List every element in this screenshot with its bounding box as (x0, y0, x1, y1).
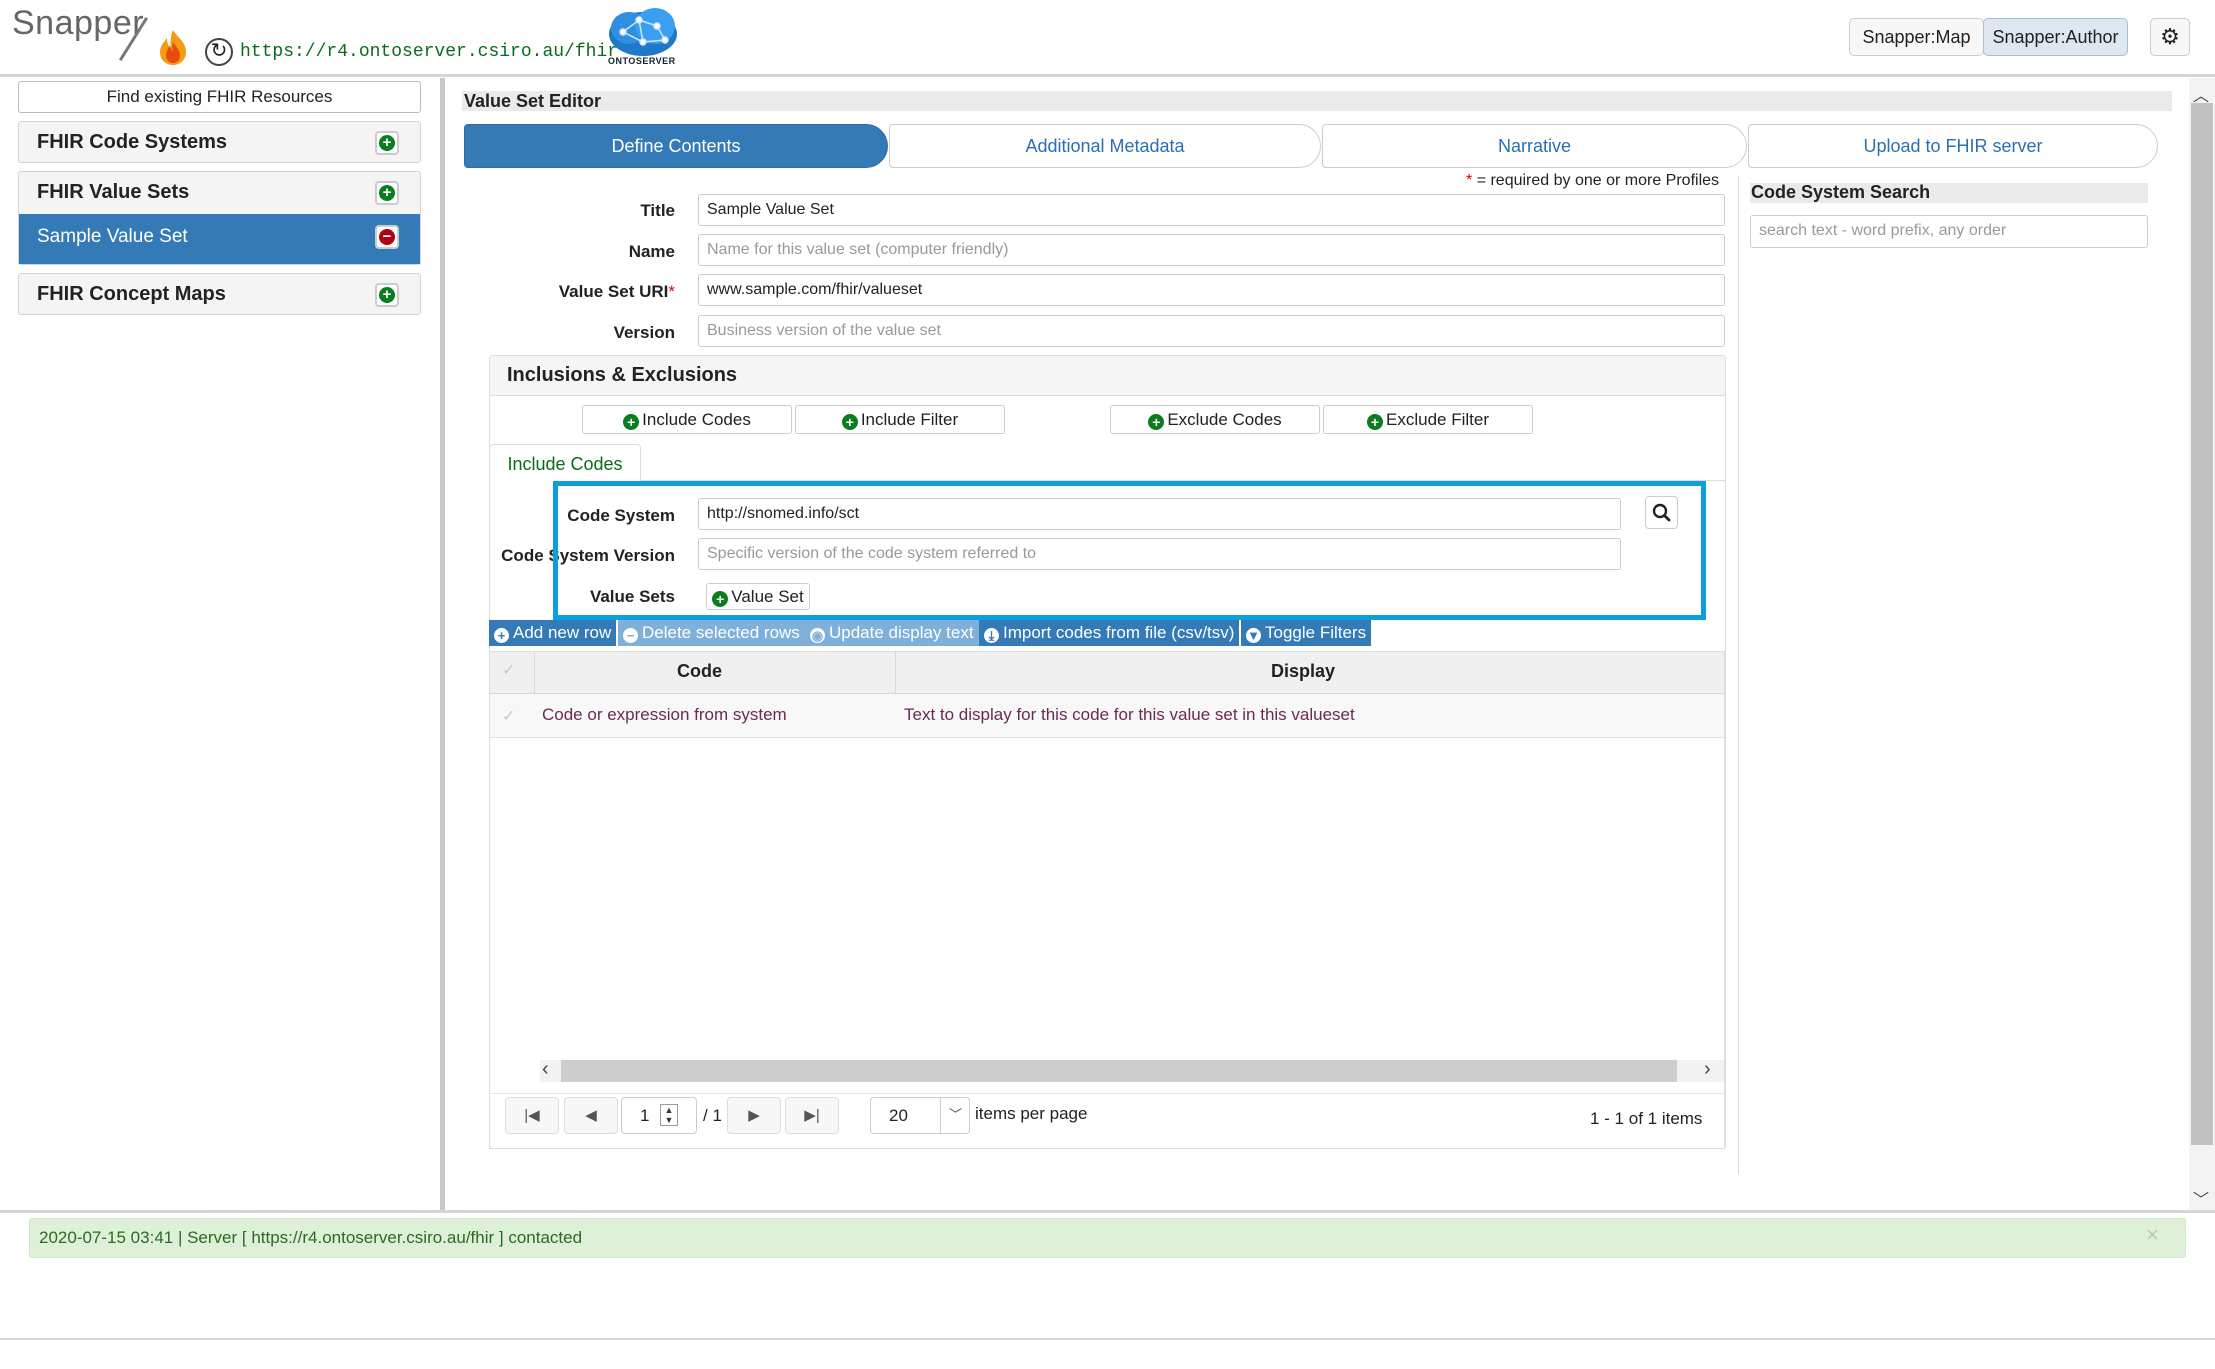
name-label: Name (628, 242, 675, 261)
filter-icon: ▼ (1246, 628, 1261, 643)
pager-divider (490, 1093, 1724, 1094)
snapper-author-button[interactable]: Snapper:Author (1983, 18, 2128, 56)
grid-header-code[interactable]: Code (677, 661, 722, 682)
status-alert: 2020-07-15 03:41 | Server [ https://r4.o… (29, 1218, 2186, 1258)
pager-summary: 1 - 1 of 1 items (1590, 1109, 1703, 1128)
update-display-button[interactable]: ◉ Update display text (805, 620, 979, 646)
version-input[interactable]: Business version of the value set (698, 315, 1725, 347)
tab-include-codes[interactable]: Include Codes (489, 444, 641, 481)
scroll-right-icon[interactable]: › (1704, 1058, 1711, 1081)
next-page-button[interactable]: ▶ (727, 1097, 781, 1134)
value-sets-heading: FHIR Value Sets (37, 181, 190, 203)
gear-icon: ⚙ (2160, 24, 2180, 49)
prev-page-icon: ◀ (585, 1107, 597, 1124)
sidebar-item-sample-value-set[interactable]: Sample Value Set − (19, 214, 420, 264)
first-page-icon: |◀ (524, 1107, 540, 1124)
minus-icon: − (623, 628, 638, 643)
grid-scroll-thumb[interactable] (561, 1060, 1677, 1082)
code-system-search-input[interactable]: search text - word prefix, any order (1750, 215, 2148, 248)
concept-maps-heading: FHIR Concept Maps (37, 283, 226, 305)
required-note: * = required by one or more Profiles (1466, 172, 1719, 190)
highlight-box (553, 481, 1706, 620)
add-concept-map-icon[interactable]: + (375, 283, 399, 307)
add-row-button[interactable]: + Add new row (489, 620, 617, 646)
title-label: Title (640, 201, 675, 220)
page-number-input[interactable]: 1 (621, 1097, 697, 1134)
flame-icon (160, 30, 186, 65)
plus-icon: + (841, 414, 858, 430)
chevron-down-icon[interactable]: ﹀ (940, 1097, 970, 1134)
tab-define-contents[interactable]: Define Contents (464, 124, 888, 168)
required-star: * (1466, 172, 1473, 189)
toggle-filters-button[interactable]: ▼ Toggle Filters (1241, 620, 1372, 646)
import-icon: ⤓ (984, 628, 999, 643)
select-all-checkbox[interactable]: ✓ (502, 660, 515, 680)
add-code-system-icon[interactable]: + (375, 131, 399, 155)
close-icon[interactable]: × (2146, 1222, 2159, 1248)
brand-logo-text: Snapper (12, 4, 145, 42)
tab-upload[interactable]: Upload to FHIR server (1748, 124, 2158, 168)
tab-narrative[interactable]: Narrative (1322, 124, 1747, 168)
server-url: https://r4.ontoserver.csiro.au/fhir (240, 42, 619, 62)
items-per-page-label: items per page (975, 1104, 1088, 1123)
import-codes-button[interactable]: ⤓ Import codes from file (csv/tsv) (979, 620, 1240, 646)
refresh-server-icon[interactable]: ↻ (205, 38, 233, 66)
sidebar-item-label: Sample Value Set (37, 226, 188, 247)
plus-icon: + (494, 628, 509, 643)
scroll-down-icon[interactable]: ﹀ (2193, 1186, 2209, 1210)
editor-title: Value Set Editor (464, 91, 602, 111)
row-checkbox[interactable]: ✓ (502, 706, 515, 726)
plus-icon: + (1367, 414, 1383, 430)
ontoserver-logo-label: ONTOSERVER (608, 56, 676, 66)
snapper-map-button[interactable]: Snapper:Map (1849, 18, 1984, 56)
footer-divider (0, 1338, 2215, 1340)
code-system-search-title: Code System Search (1751, 182, 1931, 202)
required-note-text: = required by one or more Profiles (1476, 172, 1720, 189)
page-total: / 1 (703, 1106, 722, 1125)
next-page-icon: ▶ (748, 1107, 760, 1124)
editor-title-bar (462, 91, 2172, 111)
code-systems-section[interactable]: FHIR Code Systems + (18, 121, 421, 163)
title-input[interactable]: Sample Value Set (698, 194, 1725, 226)
page-scroll-thumb[interactable] (2191, 103, 2213, 1145)
tab-additional-metadata[interactable]: Additional Metadata (889, 124, 1321, 168)
grid-cell-code[interactable]: Code or expression from system (542, 705, 787, 725)
find-resources-button[interactable]: Find existing FHIR Resources (18, 81, 421, 113)
right-column-divider (1738, 176, 1739, 1174)
plus-icon: + (1148, 414, 1165, 430)
include-filter-button[interactable]: + Include Filter (795, 405, 1005, 434)
plus-icon: + (623, 414, 640, 430)
exclude-codes-button[interactable]: + Exclude Codes (1110, 405, 1320, 434)
scroll-up-icon[interactable]: ︿ (2193, 82, 2209, 106)
uri-label: Value Set URI* (558, 282, 675, 301)
status-separator (0, 1210, 2215, 1213)
add-value-set-icon[interactable]: + (375, 181, 399, 205)
sidebar-divider[interactable] (440, 78, 445, 1210)
code-systems-heading: FHIR Code Systems (37, 131, 228, 153)
first-page-button[interactable]: |◀ (505, 1097, 559, 1134)
delete-rows-button[interactable]: − Delete selected rows (618, 620, 805, 646)
eye-icon: ◉ (810, 628, 825, 643)
version-label: Version (613, 323, 675, 342)
remove-value-set-icon[interactable]: − (375, 225, 399, 249)
grid-header (490, 652, 1724, 694)
value-sets-section[interactable]: FHIR Value Sets + Sample Value Set − (18, 171, 421, 265)
prev-page-button[interactable]: ◀ (564, 1097, 618, 1134)
settings-button[interactable]: ⚙ (2150, 18, 2190, 56)
concept-maps-section[interactable]: FHIR Concept Maps + (18, 273, 421, 315)
exclude-filter-button[interactable]: + Exclude Filter (1323, 405, 1533, 434)
page-spinner-icon[interactable]: ▲ ▼ (660, 1104, 678, 1126)
name-input[interactable]: Name for this value set (computer friend… (698, 234, 1725, 266)
scroll-left-icon[interactable]: ‹ (542, 1058, 549, 1081)
grid-header-display[interactable]: Display (1271, 661, 1335, 682)
last-page-button[interactable]: ▶| (785, 1097, 839, 1134)
inclusions-title: Inclusions & Exclusions (507, 364, 738, 386)
grid-cell-display[interactable]: Text to display for this code for this v… (904, 705, 1355, 725)
last-page-icon: ▶| (804, 1107, 820, 1124)
uri-input[interactable]: www.sample.com/fhir/valueset (698, 274, 1725, 306)
include-codes-button[interactable]: + Include Codes (582, 405, 792, 434)
